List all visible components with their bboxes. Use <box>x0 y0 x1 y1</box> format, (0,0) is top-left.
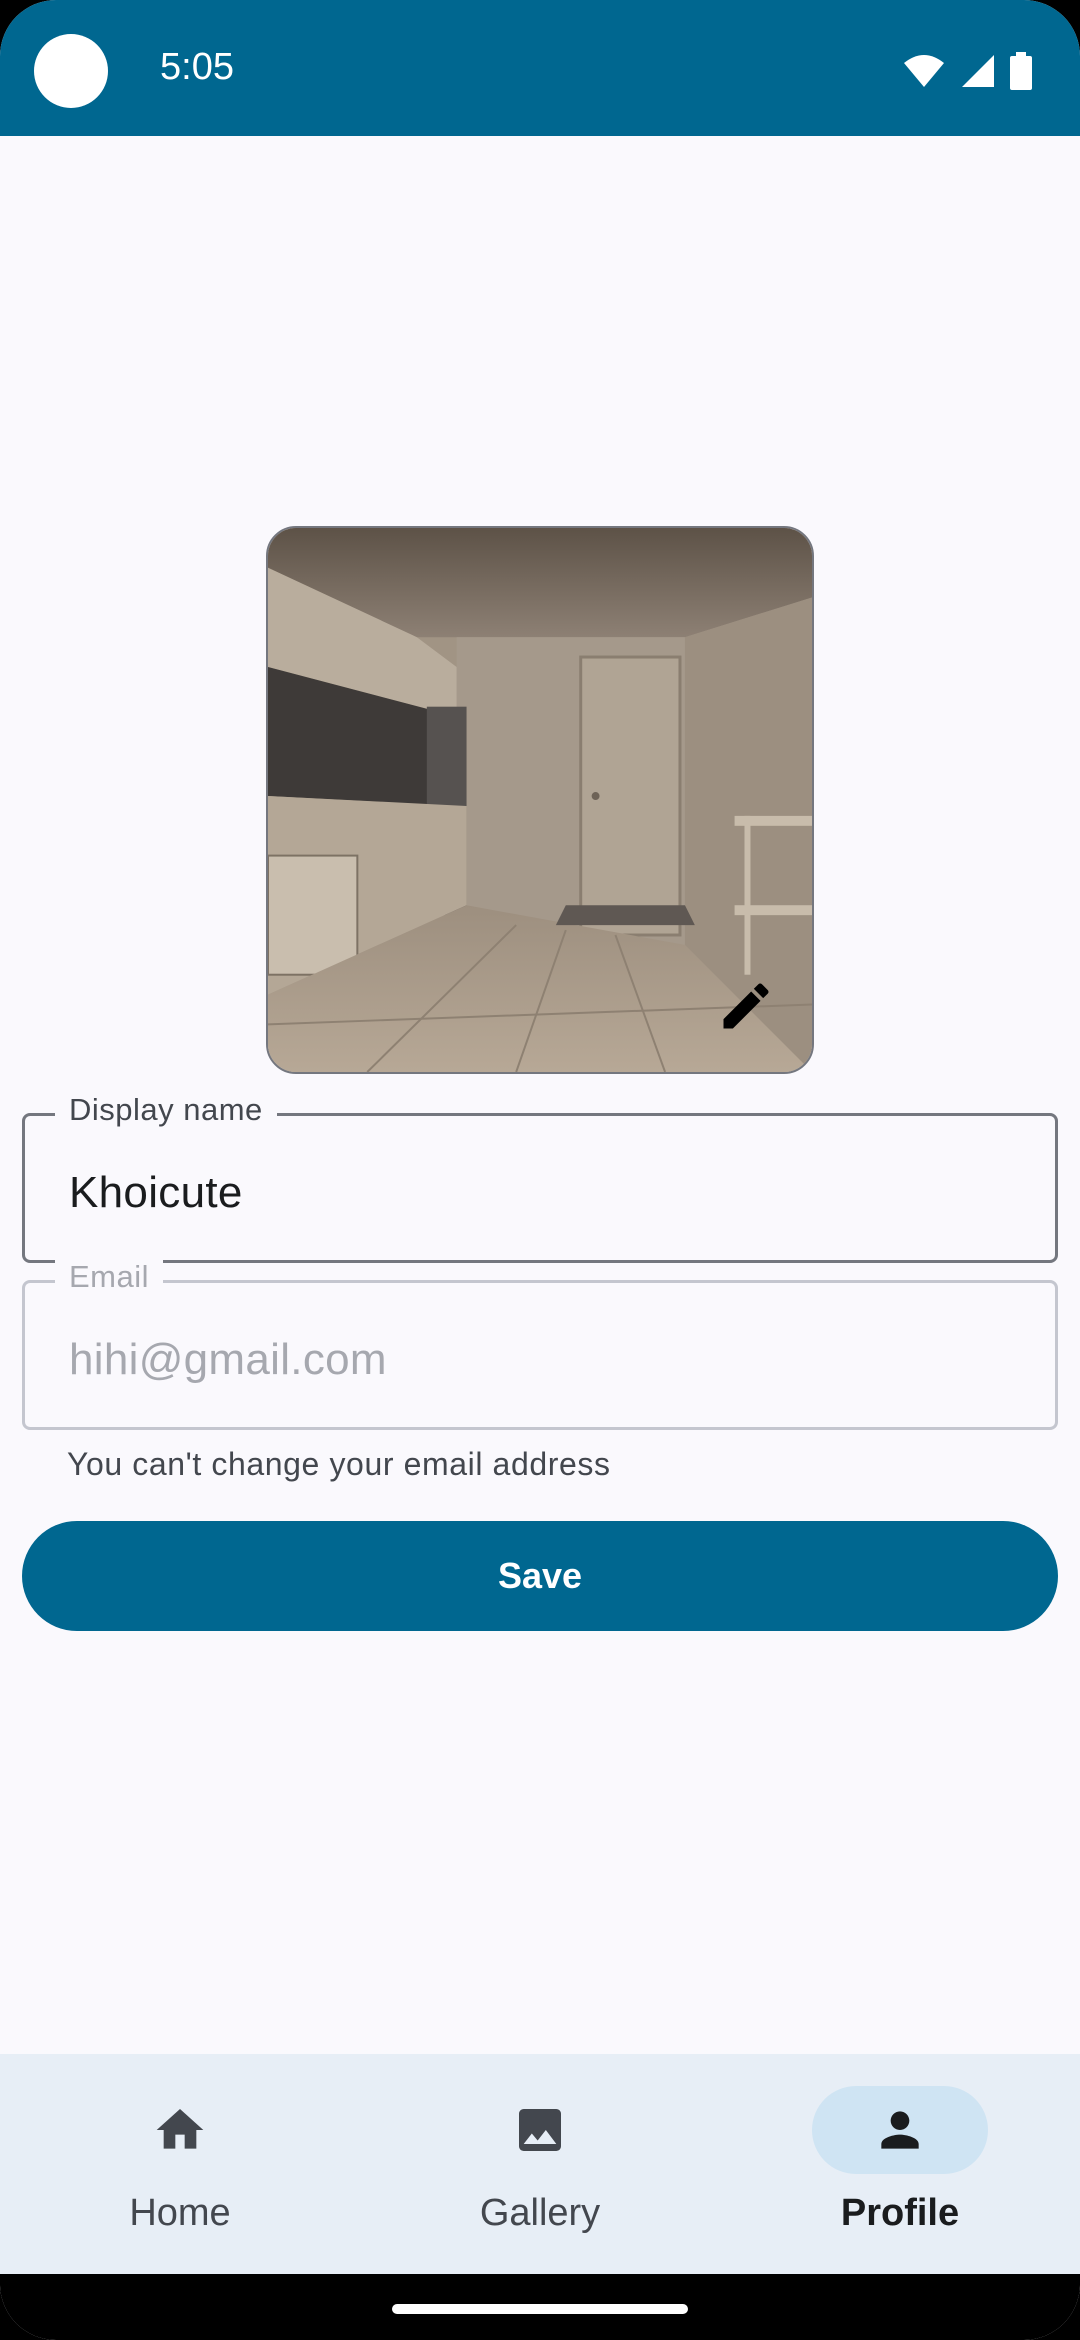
camera-cutout <box>34 34 108 108</box>
status-time: 5:05 <box>160 46 234 88</box>
status-bar: 5:05 <box>0 0 1080 136</box>
display-name-field[interactable]: Display name Khoicute <box>22 1092 1058 1263</box>
image-icon <box>519 2109 561 2151</box>
nav-label-home: Home <box>129 2192 231 2234</box>
wifi-icon <box>904 55 944 87</box>
email-field: Email hihi@gmail.com <box>22 1259 1058 1430</box>
profile-avatar[interactable] <box>266 526 814 1074</box>
gesture-handle[interactable] <box>392 2304 688 2314</box>
person-icon <box>881 2111 919 2149</box>
status-icons <box>902 52 1032 90</box>
battery-icon <box>1010 52 1032 90</box>
nav-item-home[interactable]: Home <box>0 2054 360 2274</box>
email-helper-text: You can't change your email address <box>67 1446 611 1482</box>
nav-label-profile: Profile <box>840 2192 960 2234</box>
save-button[interactable]: Save <box>22 1521 1058 1631</box>
display-name-value[interactable]: Khoicute <box>69 1168 243 1218</box>
email-label: Email <box>55 1259 164 1295</box>
nav-item-profile[interactable]: Profile <box>720 2054 1080 2274</box>
bottom-navigation: Home Gallery Profile <box>0 2054 1080 2274</box>
cell-signal-icon <box>962 55 994 87</box>
pencil-icon[interactable] <box>716 976 776 1036</box>
nav-label-gallery: Gallery <box>479 2192 601 2234</box>
nav-item-gallery[interactable]: Gallery <box>360 2054 720 2274</box>
home-icon <box>156 2109 204 2149</box>
display-name-label: Display name <box>55 1092 277 1128</box>
email-value: hihi@gmail.com <box>69 1335 387 1384</box>
screen: 5:05 Display name Khoicute Email hihi@gm… <box>0 0 1080 2340</box>
